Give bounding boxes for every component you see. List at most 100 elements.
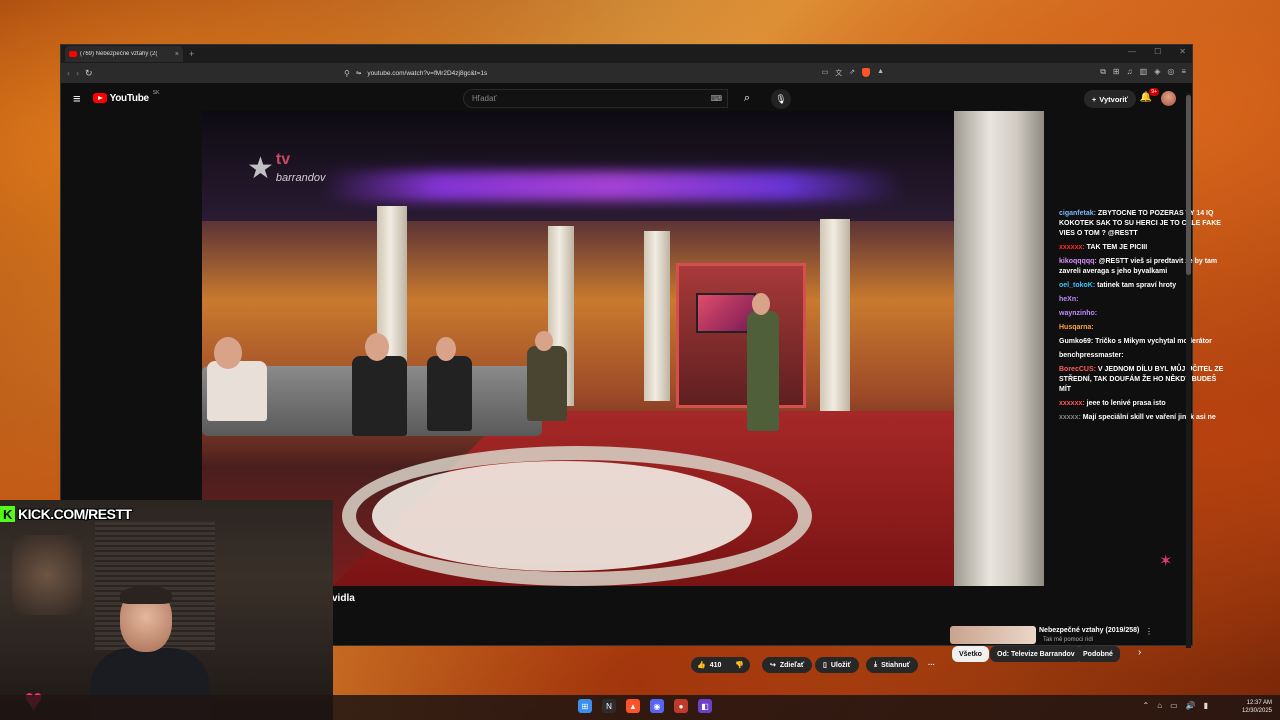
notification-badge: 9+ <box>1149 88 1159 96</box>
recommendation-thumbnail[interactable] <box>950 626 1036 644</box>
windows-start-icon[interactable]: ⊞ <box>578 699 592 713</box>
chip-all[interactable]: Všetko <box>952 646 989 662</box>
volume-icon[interactable]: 🔊 <box>1186 701 1196 710</box>
url-text[interactable]: youtube.com/watch?v=fMr2D4zj8gc&t=1s <box>367 70 487 77</box>
youtube-logo[interactable]: YouTube SK <box>92 90 159 104</box>
playlist-icon[interactable]: ♫ <box>1127 67 1133 77</box>
chip-from-channel[interactable]: Od: Televize Barrandov <box>990 646 1082 662</box>
chat-message: benchpressmaster: <box>1059 351 1227 361</box>
obs-icon[interactable]: ● <box>674 699 688 713</box>
chat-username[interactable]: benchpressmaster: <box>1059 352 1124 359</box>
share-label: Zdieľať <box>779 661 805 669</box>
tab-youtube[interactable]: (769) Nebezpečné vztahy (2( × <box>65 46 183 62</box>
guest-head <box>436 337 456 361</box>
tray-up-icon[interactable]: ⌃ <box>1143 701 1150 710</box>
puzzle-icon[interactable]: ⊞ <box>1113 67 1120 77</box>
back-icon[interactable]: ‹ <box>67 68 70 79</box>
minimize-icon[interactable]: — <box>1128 47 1136 56</box>
youtube-logo-text: YouTube <box>109 92 150 104</box>
scrollbar-thumb[interactable] <box>1186 95 1191 275</box>
like-count[interactable]: 410 <box>710 662 722 669</box>
watermark-name: barrandov <box>275 171 326 184</box>
forward-icon[interactable]: › <box>76 68 79 79</box>
bookmark-icon[interactable]: ⚲ <box>344 69 350 78</box>
chat-username[interactable]: waynzinho: <box>1059 310 1097 317</box>
avatar[interactable] <box>1161 91 1176 106</box>
chat-text: tatinek tam spraví hroty <box>1095 282 1177 289</box>
chips-next-icon[interactable]: › <box>1138 647 1141 658</box>
site-settings-icon[interactable]: ⇋ <box>356 69 361 77</box>
menu-icon[interactable]: ≡ <box>1181 67 1186 77</box>
taskbar: ⊞ N ▲ ◉ ● ◧ ⌃ ⌂ ▭ 🔊 ▮ 12:37 AM 12/30/202… <box>0 695 1280 720</box>
create-label: Vytvoriť <box>1099 94 1128 104</box>
new-tab-button[interactable]: + <box>189 49 194 59</box>
like-icon[interactable]: 👍 <box>697 661 706 669</box>
chat-username[interactable]: Gumko69: <box>1059 338 1093 345</box>
brave-icon[interactable]: ▲ <box>626 699 640 713</box>
download-button[interactable]: ⤓ Stiahnuť <box>866 657 919 673</box>
chat-username[interactable]: BorecCUS: <box>1059 366 1096 373</box>
brave-shield-icon[interactable] <box>862 68 871 77</box>
chat-username[interactable]: ciganfetak: <box>1059 210 1096 217</box>
translate-icon[interactable]: 文 <box>835 68 842 78</box>
chat-username[interactable]: xxxxx: <box>1059 414 1081 421</box>
chat-username[interactable]: oel_tokoK: <box>1059 282 1095 289</box>
scrollbar[interactable] <box>1186 93 1191 648</box>
cast-icon[interactable]: ▭ <box>822 68 829 78</box>
twitch-icon[interactable]: ◧ <box>698 699 712 713</box>
kick-label: K KICK.COM/RESTT <box>0 506 132 522</box>
rewards-icon[interactable]: ▲ <box>877 68 884 78</box>
network-icon[interactable]: ⌂ <box>1157 701 1162 710</box>
guest <box>527 346 567 421</box>
monitor-icon[interactable]: ▭ <box>1170 701 1178 710</box>
close-window-icon[interactable]: ✕ <box>1179 47 1186 56</box>
chat-message: waynzinho: <box>1059 309 1227 319</box>
chip-related[interactable]: Podobné <box>1076 646 1120 662</box>
maximize-icon[interactable]: ☐ <box>1154 47 1161 56</box>
reload-icon[interactable]: ↻ <box>85 68 93 79</box>
chat-message: xxxxx: Mají speciální skill ve vaření ji… <box>1059 413 1227 423</box>
more-actions-button[interactable]: ··· <box>924 657 939 673</box>
recommendation-menu-icon[interactable]: ⋮ <box>1145 627 1153 636</box>
voice-search-button[interactable]: 🎙 <box>771 89 791 109</box>
studio-ceiling <box>202 111 1044 221</box>
url-field[interactable]: ⚲ ⇋ youtube.com/watch?v=fMr2D4zj8gc&t=1s… <box>344 66 884 80</box>
chat-username[interactable]: kikoqqqqq: <box>1059 258 1097 265</box>
extension-icon[interactable]: ⧉ <box>1100 67 1106 77</box>
streamer <box>90 586 210 720</box>
share-icon[interactable]: ⇗ <box>849 68 855 78</box>
hamburger-menu-icon[interactable]: ≡ <box>73 91 81 106</box>
chat-username[interactable]: Husqarna: <box>1059 324 1094 331</box>
chat-username[interactable]: heXn: <box>1059 296 1078 303</box>
keyboard-icon[interactable]: ⌨ <box>710 94 722 103</box>
save-button[interactable]: ▯ Uložiť <box>815 657 859 673</box>
app-icon[interactable]: N <box>602 699 616 713</box>
discord-icon[interactable]: ◉ <box>650 699 664 713</box>
background-lamp <box>12 535 82 615</box>
search-button[interactable]: ⌕ <box>733 89 761 108</box>
share-button[interactable]: ↪ Zdieľať <box>762 657 813 673</box>
window-controls: — ☐ ✕ <box>1128 47 1186 56</box>
plus-icon: + <box>1091 94 1097 104</box>
youtube-play-icon <box>92 93 107 103</box>
recommendation-title[interactable]: Nebezpečné vztahy (2019/258) <box>1039 627 1139 634</box>
chat-username[interactable]: xxxxxx: <box>1059 400 1085 407</box>
recommendation-subtitle: Tak mě pomoci ridí <box>1043 637 1094 643</box>
chat-message: Husqarna: <box>1059 323 1227 333</box>
dislike-icon[interactable]: 👎 <box>735 661 744 669</box>
chat-username[interactable]: xxxxxx: <box>1059 244 1085 251</box>
vpn-icon[interactable]: ◎ <box>1167 67 1174 77</box>
create-button[interactable]: + Vytvoriť <box>1083 90 1136 108</box>
chat-message: BorecCUS: V JEDNOM DÍLU BYL MŮJ UČITEL Z… <box>1059 365 1227 395</box>
battery-icon[interactable]: ▮ <box>1204 701 1208 710</box>
tab-close-icon[interactable]: × <box>175 51 179 58</box>
chat-text: TAK TEM JE PICIII <box>1084 244 1148 251</box>
stream-logo-icon: ✶ <box>1159 553 1173 570</box>
search-input[interactable]: Hľadať ⌨ <box>463 89 728 108</box>
studio-lights <box>322 171 902 201</box>
sidebar-icon[interactable]: ▥ <box>1140 67 1148 77</box>
guest-head <box>365 333 389 361</box>
chat-message: xxxxxx: TAK TEM JE PICIII <box>1059 243 1227 253</box>
wallet-icon[interactable]: ◈ <box>1154 67 1160 77</box>
taskbar-clock[interactable]: 12:37 AM 12/30/2025 <box>1242 699 1272 715</box>
